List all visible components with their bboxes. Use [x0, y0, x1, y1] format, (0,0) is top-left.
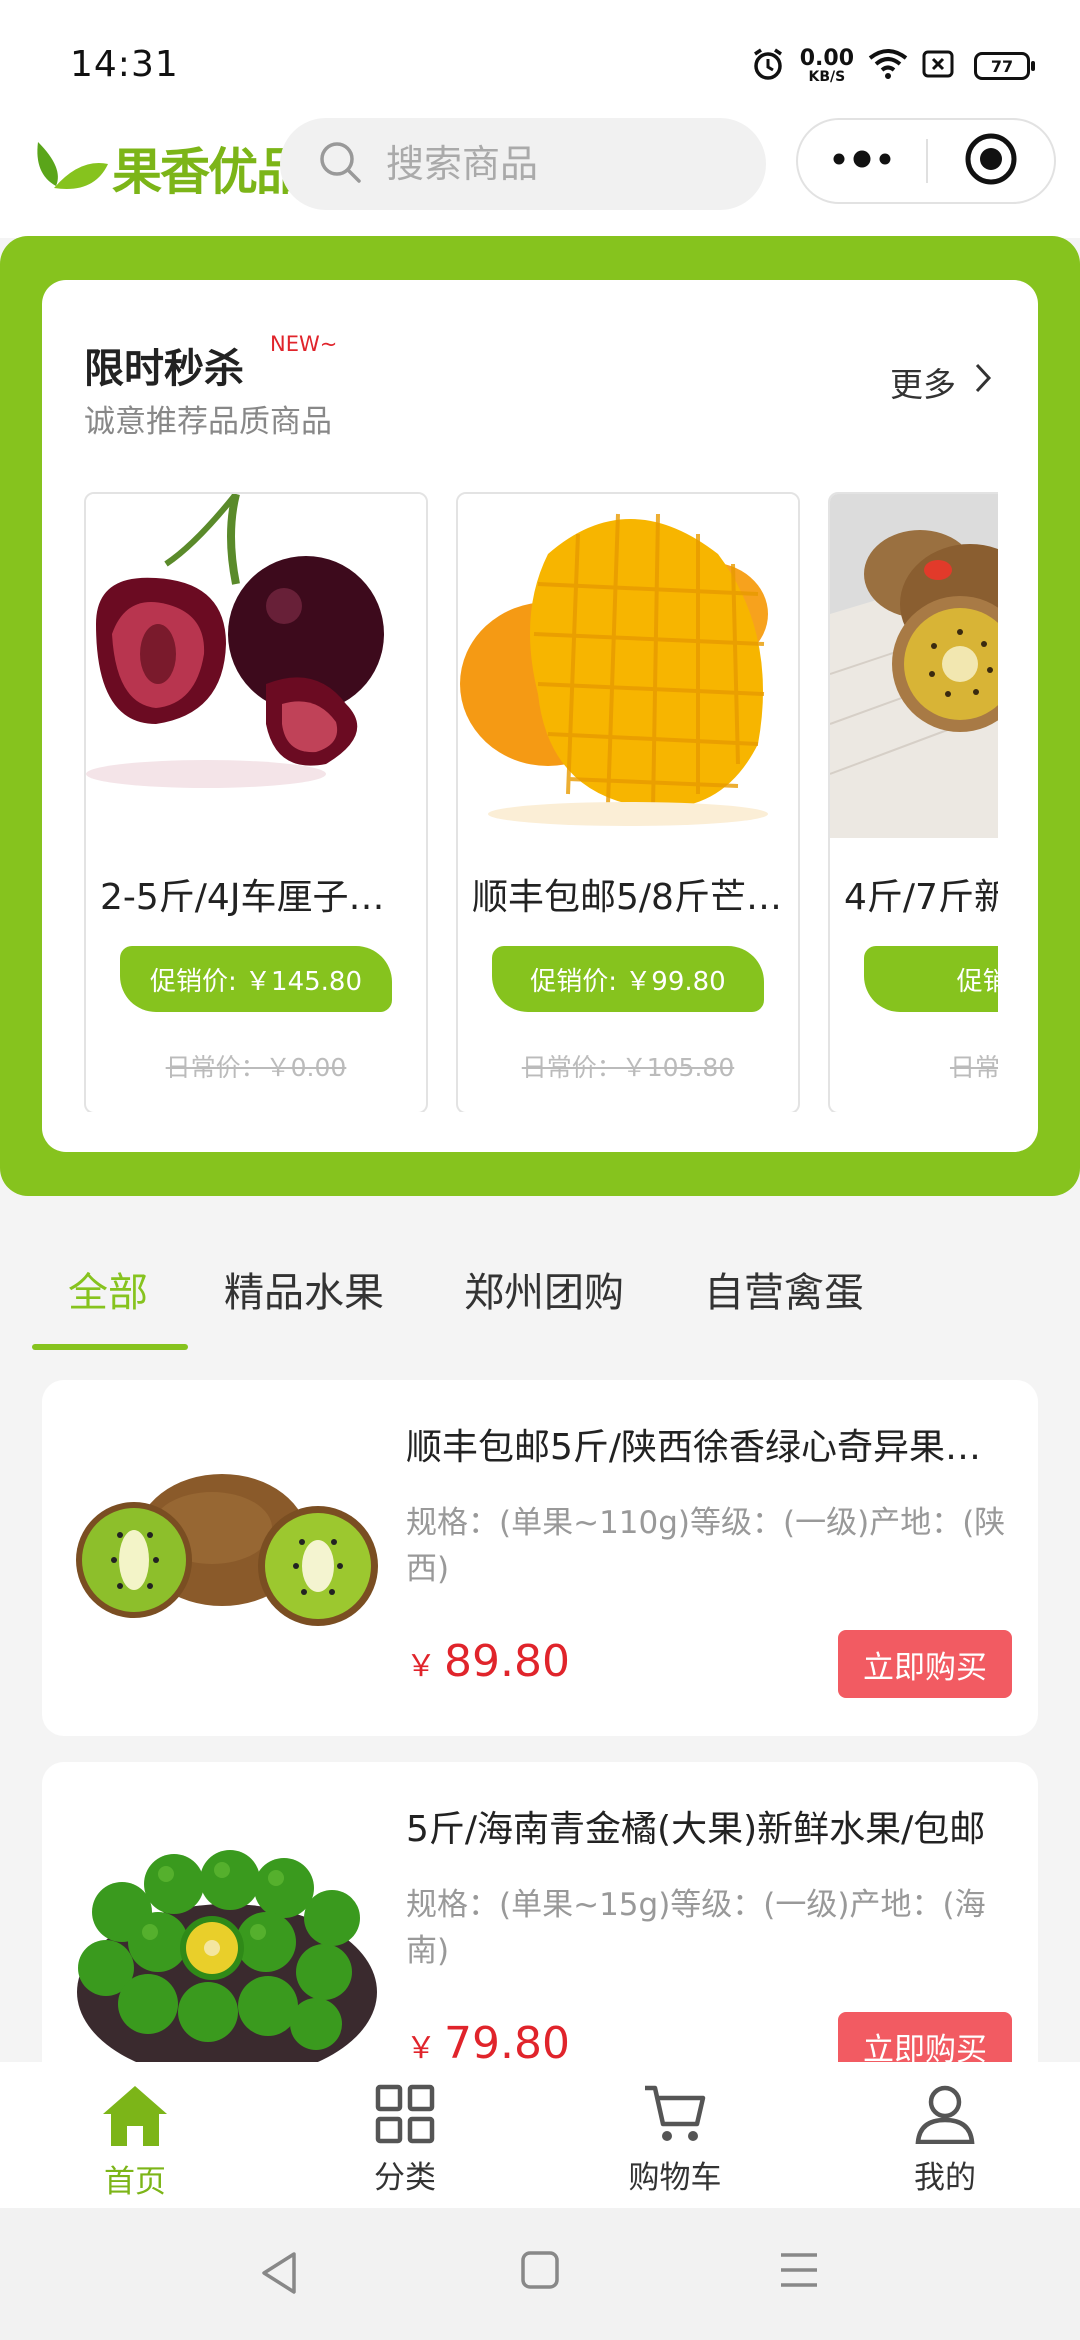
- search-bar[interactable]: [280, 118, 766, 210]
- home-icon: [103, 2086, 167, 2146]
- product-spec: 规格：(单果~15g)等级：(一级)产地：(海南): [406, 1887, 986, 1969]
- status-icons: 0.00 KB/S 77: [750, 44, 1035, 88]
- tabbar-profile-label: 我的: [914, 2160, 976, 2196]
- flash-product-card[interactable]: 2-5斤/4J车厘子新鲜水果 促销价: ￥145.80 日常价：￥0.00: [84, 492, 428, 1112]
- product-spec: 规格：(单果~110g)等级：(一级)产地：(陕西): [406, 1505, 1006, 1587]
- bottom-tab-bar: 首页 分类 购物车 我的: [0, 2062, 1080, 2208]
- status-bar: 14:31 0.00 KB/S 77: [0, 0, 1080, 110]
- flash-product-name: 4斤/7斤新西兰奇异果: [844, 877, 998, 918]
- promo-price-badge: 促销价: ￥99.80: [492, 946, 764, 1012]
- flash-product-name: 2-5斤/4J车厘子新鲜水果: [100, 877, 420, 918]
- new-badge: NEW~: [270, 332, 338, 356]
- grid-icon: [375, 2084, 435, 2144]
- promo-price-badge: 促销价: ￥145.80: [120, 946, 392, 1012]
- tabbar-profile[interactable]: 我的: [810, 2062, 1080, 2208]
- tabbar-category-label: 分类: [374, 2160, 436, 2196]
- header: 果香优品: [0, 110, 1080, 238]
- search-icon: [316, 138, 364, 190]
- regular-price: 日常价：￥0.00: [165, 1053, 347, 1082]
- flash-product-card[interactable]: 顺丰包邮5/8斤芒果新鲜 促销价: ￥99.80 日常价：￥105.80: [456, 492, 800, 1112]
- kiwi-image: [62, 1410, 392, 1710]
- flash-product-name: 顺丰包邮5/8斤芒果新鲜: [472, 877, 792, 918]
- more-dots-icon: [831, 149, 893, 173]
- active-tab-indicator: [32, 1344, 188, 1350]
- wifi-icon: [868, 48, 908, 84]
- tabbar-category[interactable]: 分类: [270, 2062, 540, 2208]
- battery-icon: 77: [974, 52, 1035, 80]
- category-tabs: 全部 精品水果 郑州团购 自营禽蛋: [0, 1230, 1080, 1350]
- search-input[interactable]: [386, 142, 746, 186]
- list-item[interactable]: 顺丰包邮5斤/陕西徐香绿心奇异果新鲜水果 规格：(单果~110g)等级：(一级)…: [42, 1380, 1038, 1736]
- product-title: 顺丰包邮5斤/陕西徐香绿心奇异果新鲜水果: [406, 1427, 1010, 1468]
- more-link-label: 更多: [890, 365, 956, 404]
- promo-price-badge: 促销价:: [864, 946, 998, 1012]
- close-miniapp-button[interactable]: [928, 131, 1054, 191]
- currency-symbol: ￥: [406, 1649, 436, 1684]
- tabbar-cart[interactable]: 购物车: [540, 2062, 810, 2208]
- alarm-icon: [750, 46, 786, 86]
- product-price: ￥ 89.80: [406, 1636, 570, 1687]
- more-menu-button[interactable]: [798, 149, 926, 173]
- regular-price: 日常价：￥105.80: [521, 1053, 735, 1082]
- product-title: 5斤/海南青金橘(大果)新鲜水果/包邮: [406, 1809, 986, 1850]
- flash-sale-section: 限时秒杀 NEW~ 诚意推荐品质商品 更多 2-5斤/4J车厘子新鲜 促销价: …: [0, 236, 1080, 1196]
- tabbar-home-label: 首页: [104, 2164, 166, 2200]
- leaf-logo-icon: [34, 138, 110, 198]
- price-value: 89.80: [444, 1636, 570, 1687]
- cart-icon: [645, 2085, 706, 2141]
- tab-zhengzhou-group-buy[interactable]: 郑州团购: [464, 1260, 624, 1318]
- more-link[interactable]: 更多: [890, 358, 992, 406]
- cherry-image: [86, 494, 426, 838]
- target-icon: [963, 131, 1019, 191]
- user-icon: [915, 2085, 975, 2144]
- tab-poultry-eggs[interactable]: 自营禽蛋: [704, 1260, 864, 1318]
- status-time: 14:31: [70, 44, 179, 85]
- flash-sale-subtitle: 诚意推荐品质商品: [84, 404, 332, 440]
- system-navigation-bar: [0, 2208, 1080, 2340]
- net-speed: 0.00 KB/S: [799, 46, 854, 85]
- gold-kiwi-image: [830, 494, 998, 838]
- regular-price: 日常价：: [949, 1053, 998, 1082]
- tabbar-cart-label: 购物车: [628, 2160, 722, 2196]
- tab-all[interactable]: 全部: [68, 1260, 148, 1318]
- sim-off-icon: [922, 50, 954, 82]
- tabbar-home[interactable]: 首页: [0, 2062, 270, 2208]
- chevron-right-icon: [974, 362, 992, 402]
- flash-product-card[interactable]: 4斤/7斤新西兰奇异果 促销价: 日常价：: [828, 492, 998, 1112]
- kumquat-image: [62, 1792, 392, 2092]
- home-square-icon[interactable]: [520, 2250, 560, 2290]
- menu-icon[interactable]: [778, 2250, 820, 2290]
- logo: 果香优品: [34, 132, 306, 204]
- flash-sale-title: 限时秒杀: [84, 346, 244, 392]
- currency-symbol: ￥: [406, 2031, 436, 2066]
- buy-now-button[interactable]: 立即购买: [838, 1630, 1012, 1698]
- back-icon[interactable]: [258, 2250, 300, 2296]
- flash-product-strip[interactable]: 2-5斤/4J车厘子新鲜水果 促销价: ￥145.80 日常价：￥0.00: [84, 492, 998, 1112]
- tab-premium-fruit[interactable]: 精品水果: [224, 1260, 384, 1318]
- miniapp-capsule: [796, 118, 1056, 204]
- logo-text: 果香优品: [112, 143, 306, 201]
- flash-sale-card: 限时秒杀 NEW~ 诚意推荐品质商品 更多 2-5斤/4J车厘子新鲜 促销价: …: [42, 280, 1038, 1152]
- mango-image: [458, 494, 798, 838]
